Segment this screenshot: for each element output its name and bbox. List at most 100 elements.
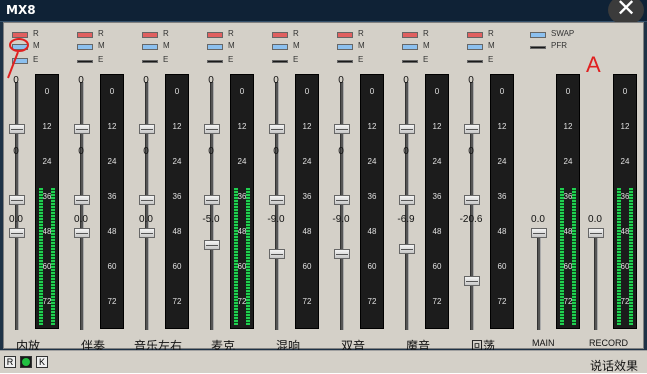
fader-track (594, 230, 598, 330)
fader-knob[interactable] (139, 124, 155, 134)
meter-tick-label: 24 (563, 157, 573, 166)
output-fader-knob[interactable] (531, 228, 547, 238)
fader-knob[interactable] (464, 195, 480, 205)
r-select-label: R (163, 29, 169, 38)
m-select[interactable]: M (272, 41, 302, 51)
fader-knob[interactable] (399, 124, 415, 134)
r-select[interactable]: R (77, 29, 107, 39)
k-button[interactable]: K (36, 356, 48, 368)
meter-fill (572, 188, 576, 325)
m-select-label: M (358, 41, 365, 50)
r-select[interactable]: R (272, 29, 302, 39)
effect-label[interactable]: 说话效果 (590, 357, 638, 374)
meter-tick-label: 72 (302, 297, 312, 306)
m-select[interactable]: M (337, 41, 367, 51)
e-select[interactable]: E (77, 55, 107, 65)
fader-value: 0 (403, 146, 409, 157)
e-select[interactable]: E (402, 55, 432, 65)
e-select-led-icon (142, 60, 158, 63)
e-select[interactable]: E (272, 55, 302, 65)
fader-knob[interactable] (74, 195, 90, 205)
r-select-label: R (488, 29, 494, 38)
e-select[interactable]: E (337, 55, 367, 65)
r-select[interactable]: R (467, 29, 497, 39)
fader-knob[interactable] (204, 124, 220, 134)
meter-tick-label: 12 (497, 122, 507, 131)
m-select[interactable]: M (142, 41, 172, 51)
e-select-label: E (358, 55, 364, 64)
meter-tick-label: 60 (302, 262, 312, 271)
e-select-led-icon (77, 60, 93, 63)
fader-knob[interactable] (334, 195, 350, 205)
m-select[interactable]: M (207, 41, 237, 51)
fader-knob[interactable] (269, 124, 285, 134)
fader-knob[interactable] (9, 195, 25, 205)
e-select[interactable]: E (467, 55, 497, 65)
meter-tick-label: 72 (107, 297, 117, 306)
fader-value: 0 (338, 146, 344, 157)
swap-toggle[interactable]: SWAP (530, 29, 590, 39)
level-meter: 0 12 24 36 48 60 72 (165, 74, 189, 329)
meter-tick-label: 60 (367, 262, 377, 271)
fader-track (145, 82, 149, 330)
m-select[interactable]: M (402, 41, 432, 51)
fader-knob[interactable] (139, 228, 155, 238)
fader-value: -9.0 (332, 214, 350, 225)
m-select[interactable]: M (467, 41, 497, 51)
fader-value: -6.9 (397, 214, 415, 225)
fader-knob[interactable] (269, 249, 285, 259)
m-select-label: M (423, 41, 430, 50)
fader-knob[interactable] (204, 239, 220, 250)
fader-knob[interactable] (399, 244, 415, 255)
g-button[interactable] (20, 356, 32, 368)
e-select[interactable]: E (207, 55, 237, 65)
r-select-led-icon (142, 32, 158, 38)
fader-value: 0 (78, 75, 84, 86)
fader-track (537, 230, 541, 330)
meter-tick-label: 0 (499, 87, 505, 96)
fader-knob[interactable] (399, 195, 415, 205)
meter-fill (629, 188, 633, 325)
m-select[interactable]: M (77, 41, 107, 51)
pfr-toggle[interactable]: PFR (530, 41, 590, 51)
r-select[interactable]: R (142, 29, 172, 39)
r-select[interactable]: R (207, 29, 237, 39)
r-button[interactable]: R (4, 356, 16, 368)
output-label: MAIN (532, 338, 555, 348)
fader-value: -5.0 (202, 214, 220, 225)
fader-knob[interactable] (9, 228, 25, 238)
fader-knob[interactable] (74, 228, 90, 238)
r-select-label: R (98, 29, 104, 38)
r-select[interactable]: R (402, 29, 432, 39)
fader-knob[interactable] (334, 124, 350, 134)
output-fader-knob[interactable] (588, 228, 604, 238)
meter-tick-label: 0 (369, 87, 375, 96)
window-title: MX8 (6, 3, 36, 17)
fader-knob[interactable] (464, 124, 480, 134)
meter-tick-label: 12 (620, 122, 630, 131)
fader-knob[interactable] (139, 195, 155, 205)
meter-tick-label: 12 (302, 122, 312, 131)
meter-tick-label: 36 (497, 192, 507, 201)
r-select[interactable]: R (337, 29, 367, 39)
e-select[interactable]: E (142, 55, 172, 65)
m-select-label: M (98, 41, 105, 50)
meter-tick-label: 0 (565, 87, 571, 96)
meter-tick-label: 12 (432, 122, 442, 131)
fader-knob[interactable] (334, 249, 350, 259)
e-select-label: E (228, 55, 234, 64)
m-select-led-icon (77, 44, 93, 50)
fader-knob[interactable] (269, 195, 285, 205)
e-select-led-icon (272, 60, 288, 63)
level-meter: 0 12 24 36 48 60 72 (35, 74, 59, 329)
fader-knob[interactable] (204, 195, 220, 205)
r-select-led-icon (337, 32, 353, 38)
e-select-led-icon (337, 60, 353, 63)
fader-value: 0.0 (139, 214, 153, 225)
r-select-led-icon (77, 32, 93, 38)
meter-fill (51, 188, 55, 325)
fader-knob[interactable] (9, 124, 25, 134)
fader-knob[interactable] (74, 124, 90, 134)
fader-value: 0 (468, 146, 474, 157)
fader-knob[interactable] (464, 276, 480, 287)
